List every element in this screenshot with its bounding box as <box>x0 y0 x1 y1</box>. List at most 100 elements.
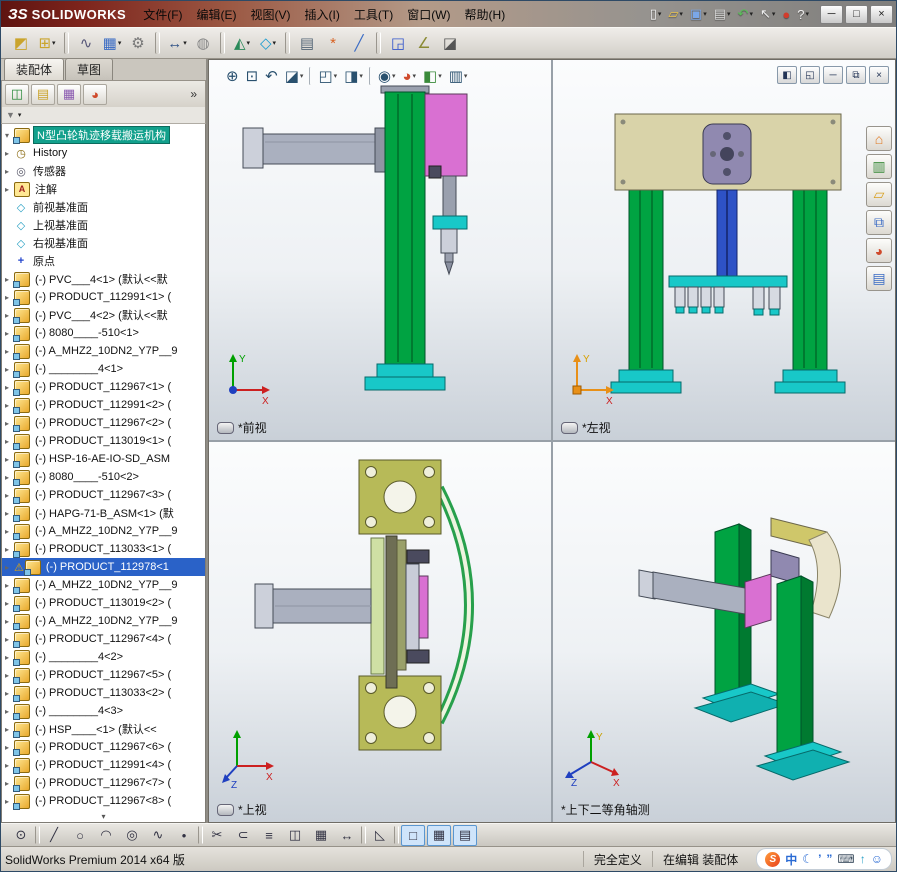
tree-item[interactable]: (-) 8080____-510<2> <box>2 468 205 486</box>
measure-icon[interactable]: ∠ <box>412 31 436 55</box>
graphics-area[interactable]: Y X *前视 Y X *左视 X Z *上视 Y X Z *上下二等角轴测 ⊕… <box>208 59 896 823</box>
ime-keyboard-icon[interactable]: ⌨ <box>837 852 854 866</box>
sketch-tool-icon[interactable] <box>394 826 399 844</box>
tree-item[interactable]: (-) 8080____-510<1> <box>2 324 205 342</box>
tree-item[interactable]: (-) ________4<2> <box>2 648 205 666</box>
front-view-model[interactable] <box>237 76 537 396</box>
move-component-icon[interactable]: ↔ <box>165 31 189 55</box>
tree-item[interactable]: (-) HAPG-71-B_ASM<1> (默 <box>2 504 205 522</box>
chamfer-tool-icon[interactable]: ◺ <box>368 825 392 846</box>
tree-item[interactable]: (-) A_MHZ2_10DN2_Y7P__9 <box>2 522 205 540</box>
ime-moon-icon[interactable]: ☾ <box>802 852 813 866</box>
viewport-top[interactable]: X Z *上视 <box>209 442 553 822</box>
interference-detection-icon[interactable]: ◲ <box>386 31 410 55</box>
trim-entities-icon[interactable]: ✂ <box>205 825 229 846</box>
open-document-icon[interactable]: ▱ <box>665 4 686 24</box>
viewport-multi-icon[interactable]: ◱ <box>800 66 820 84</box>
snap-grid-icon[interactable]: ▦ <box>427 824 451 846</box>
toolbar-icon[interactable] <box>376 32 381 54</box>
expander-icon[interactable] <box>5 185 14 194</box>
menu-item[interactable]: 视图(V) <box>244 6 298 23</box>
commandmanager-tab[interactable]: 装配体 <box>4 58 65 80</box>
toolbar-icon[interactable] <box>285 32 290 54</box>
featuremanager-tab-icon[interactable]: ◫ <box>5 83 29 105</box>
tree-item[interactable]: (-) PVC___4<2> (默认<<默 <box>2 306 205 324</box>
new-document-icon[interactable]: ▯ <box>647 4 665 24</box>
tree-item[interactable]: 前视基准面 <box>2 198 205 216</box>
smart-fasteners-icon[interactable]: ⚙ <box>126 31 150 55</box>
hide-show-items-icon[interactable]: ◉ <box>375 65 399 87</box>
tree-item[interactable]: (-) PRODUCT_112967<2> ( <box>2 414 205 432</box>
tree-item[interactable]: (-) PRODUCT_112967<4> ( <box>2 630 205 648</box>
design-library-icon[interactable]: ▥ <box>866 154 892 179</box>
insert-components-icon[interactable]: ⊞ <box>35 31 59 55</box>
viewport-isometric[interactable]: Y X Z *上下二等角轴测 <box>553 442 895 822</box>
viewport-front[interactable]: Y X *前视 <box>209 60 553 442</box>
ime-quote-icon[interactable]: ” <box>826 852 832 866</box>
section-view-icon[interactable]: ◪ <box>282 65 307 87</box>
tree-item[interactable]: (-) PRODUCT_112967<5> ( <box>2 666 205 684</box>
edit-appearance-icon[interactable]: ◕ <box>399 65 419 87</box>
tree-item[interactable]: (-) HSP-16-AE-IO-SD_ASM <box>2 450 205 468</box>
ime-punct-icon[interactable]: ’ <box>818 852 821 866</box>
panel-expand-chevrons[interactable]: » <box>190 87 202 101</box>
minimize-button[interactable]: ─ <box>820 4 843 24</box>
tree-item[interactable]: (-) A_MHZ2_10DN2_Y7P__9 <box>2 576 205 594</box>
menu-item[interactable]: 编辑(E) <box>190 6 244 23</box>
tree-item[interactable]: (-) A_MHZ2_10DN2_Y7P__9 <box>2 612 205 630</box>
menu-item[interactable]: 文件(F) <box>136 6 189 23</box>
viewport-left[interactable]: Y X *左视 <box>553 60 895 442</box>
tree-item[interactable]: (-) HSP____<1> (默认<< <box>2 720 205 738</box>
displaymanager-tab-icon[interactable]: ◕ <box>83 83 107 105</box>
section-view-icon[interactable]: ◪ <box>438 31 462 55</box>
tree-item[interactable]: (-) PRODUCT_112967<1> ( <box>2 378 205 396</box>
tree-item[interactable]: 右视基准面 <box>2 234 205 252</box>
tree-item[interactable]: 原点 <box>2 252 205 270</box>
tree-item[interactable]: 注解 <box>2 180 205 198</box>
tree-scroll-more-icon[interactable]: ▾ <box>2 812 205 822</box>
view-palette-icon[interactable]: ⧉ <box>866 210 892 235</box>
instant2d-icon[interactable]: ▤ <box>453 824 477 846</box>
sketch-tool-icon[interactable] <box>198 826 203 844</box>
doc-close-button[interactable]: × <box>869 66 889 84</box>
tree-item[interactable]: (-) PRODUCT_112991<2> ( <box>2 396 205 414</box>
expander-icon[interactable] <box>5 149 14 158</box>
menu-item[interactable]: 窗口(W) <box>400 6 457 23</box>
linear-pattern-icon[interactable]: ▦ <box>309 825 333 846</box>
expander-icon[interactable] <box>5 167 14 176</box>
toolbar-icon[interactable] <box>64 32 69 54</box>
ime-up-icon[interactable]: ↑ <box>860 852 866 866</box>
doc-restore-button[interactable]: ⧉ <box>846 66 866 84</box>
previous-view-icon[interactable]: ↶ <box>262 65 281 87</box>
circle-tool-icon[interactable]: ○ <box>68 825 92 846</box>
sogou-icon[interactable]: S <box>765 851 781 867</box>
help-icon[interactable]: ? <box>794 4 812 24</box>
display-style-icon[interactable]: ◨ <box>341 65 366 87</box>
tree-item[interactable]: 上视基准面 <box>2 216 205 234</box>
ime-mode-icon[interactable]: 中 <box>785 851 797 868</box>
ellipse-tool-icon[interactable]: ◎ <box>120 825 144 846</box>
line-tool-icon[interactable]: ╱ <box>42 825 66 846</box>
bill-of-materials-icon[interactable]: ▤ <box>295 31 319 55</box>
tree-item[interactable]: History <box>2 144 205 162</box>
expander-icon[interactable] <box>5 563 14 572</box>
tree-filter-bar[interactable]: ▼ <box>1 107 206 124</box>
view-settings-icon[interactable]: ▥ <box>446 65 471 87</box>
appearances-icon[interactable]: ◕ <box>866 238 892 263</box>
resources-home-icon[interactable]: ⌂ <box>866 126 892 151</box>
viewport-single-icon[interactable]: ◧ <box>777 66 797 84</box>
zoom-area-icon[interactable]: ⊡ <box>243 65 262 87</box>
spline-tool-icon[interactable]: ∿ <box>146 825 170 846</box>
tree-item[interactable]: (-) PRODUCT_113019<2> ( <box>2 594 205 612</box>
commandmanager-tab[interactable]: 草图 <box>65 58 114 80</box>
menu-item[interactable]: 工具(T) <box>347 6 400 23</box>
select-tool-icon[interactable]: ⊙ <box>9 825 33 846</box>
file-explorer-icon[interactable]: ▱ <box>866 182 892 207</box>
toolbar-icon[interactable] <box>155 32 160 54</box>
zoom-fit-icon[interactable]: ⊕ <box>223 65 242 87</box>
top-view-model[interactable] <box>247 448 547 778</box>
tree-item[interactable]: (-) PRODUCT_113033<1> ( <box>2 540 205 558</box>
tree-item[interactable]: (-) PRODUCT_112991<1> ( <box>2 288 205 306</box>
propertymanager-tab-icon[interactable]: ▤ <box>31 83 55 105</box>
apply-scene-icon[interactable]: ◧ <box>420 65 445 87</box>
